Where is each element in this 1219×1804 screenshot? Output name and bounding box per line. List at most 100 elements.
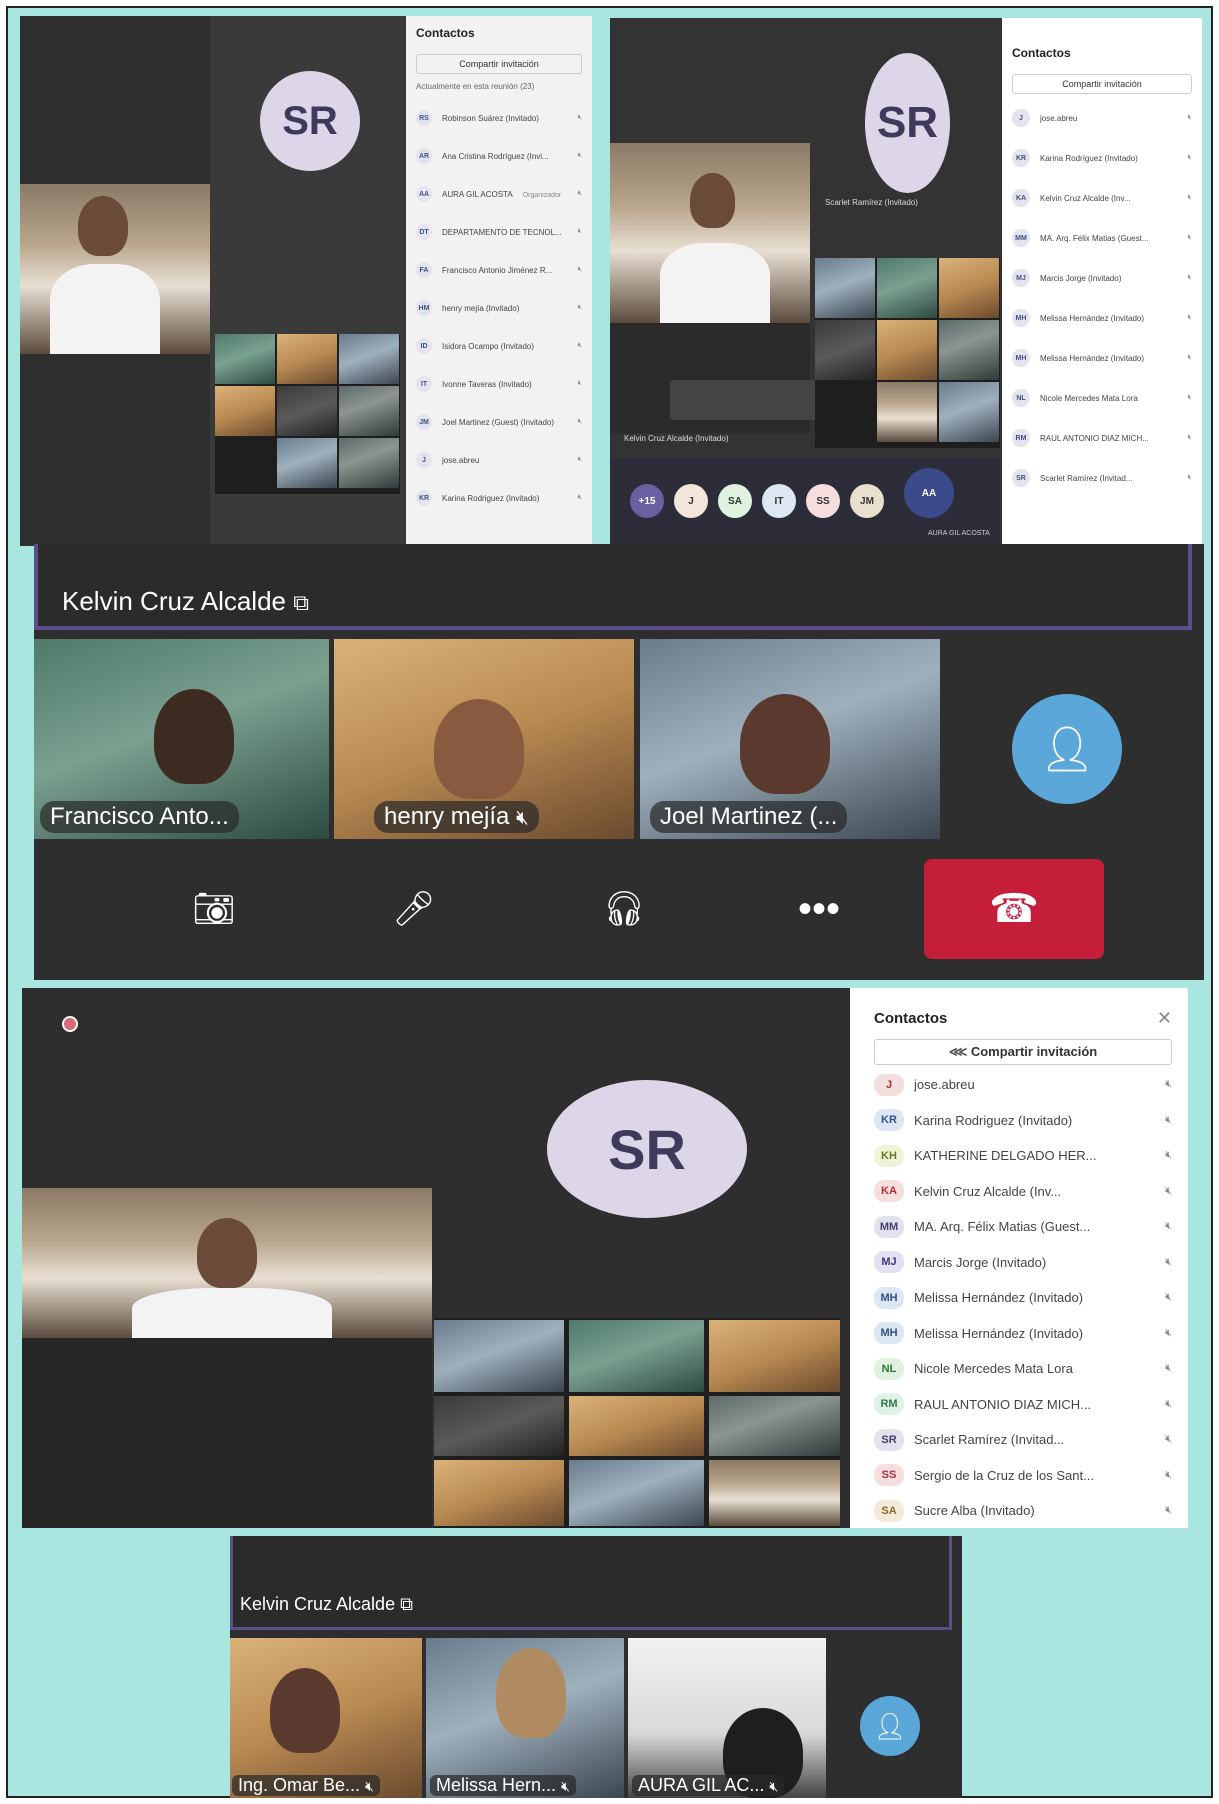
video-tile-host (20, 184, 210, 354)
participant-avatar[interactable]: IT (762, 484, 796, 518)
participant-avatar[interactable]: SS (806, 484, 840, 518)
contact-row[interactable]: KR Karina Rodriguez (Invitado) 🔇︎ (874, 1103, 1172, 1139)
contact-initials: MH (1012, 349, 1030, 367)
gallery-cell (339, 438, 399, 488)
self-avatar-icon[interactable]: 👤︎ (1012, 694, 1122, 804)
participant-name: AURA GIL AC... (638, 1775, 765, 1795)
gallery-cell (215, 386, 275, 436)
share-invitation-button[interactable]: Compartir invitación (1012, 74, 1192, 94)
contact-row[interactable]: SA Sucre Alba (Invitado) 🔇︎ (874, 1493, 1172, 1528)
contact-row[interactable]: AA AURA GIL ACOSTA Organizador 🔇︎ (416, 175, 582, 213)
camera-off-icon[interactable]: 📷︎ (174, 874, 254, 944)
gallery-cell (277, 386, 337, 436)
contact-row[interactable]: MH Melissa Hernández (Invitado) 🔇︎ (1012, 338, 1192, 378)
gallery-cell (815, 258, 875, 318)
mic-off-icon: 🔇︎ (1165, 1468, 1172, 1481)
contact-role: Organizador (522, 191, 562, 199)
contact-row[interactable]: IT Ivonne Taveras (Invitado) 🔇︎ (416, 365, 582, 403)
gallery-grid (215, 334, 400, 494)
avatar-sr: SR (260, 71, 360, 171)
contact-initials: KA (1012, 189, 1030, 207)
participant-avatar[interactable]: AA (904, 468, 954, 518)
contact-row[interactable]: KA Kelvin Cruz Alcalde (Inv... 🔇︎ (874, 1174, 1172, 1210)
mic-off-icon: 🔇︎ (1165, 1362, 1172, 1375)
contact-row[interactable]: MH Melissa Hernández (Invitado) 🔇︎ (874, 1316, 1172, 1352)
video-tile-aura: AURA GIL AC... 🔇︎ (628, 1638, 826, 1798)
contact-row[interactable]: SS Sergio de la Cruz de los Sant... 🔇︎ (874, 1458, 1172, 1494)
contact-row[interactable]: RM RAUL ANTONIO DIAZ MICH... 🔇︎ (874, 1387, 1172, 1423)
participant-name: henry mejía (384, 803, 510, 830)
mic-off-icon: 🔇︎ (1187, 274, 1192, 281)
participant-shirt (50, 264, 160, 354)
contact-row[interactable]: RS Robinson Suárez (Invitado) 🔇︎ (416, 99, 582, 137)
contact-row[interactable]: RM RAUL ANTONIO DIAZ MICH... 🔇︎ (1012, 418, 1192, 458)
contact-row[interactable]: SR Scarlet Ramírez (Invitad... 🔇︎ (874, 1422, 1172, 1458)
video-tile-omar: Ing. Omar Be... 🔇︎ (230, 1638, 422, 1798)
headset-icon[interactable]: 🎧︎ (584, 874, 664, 944)
participant-head (740, 694, 830, 794)
contact-row[interactable]: MJ Marcis Jorge (Invitado) 🔇︎ (874, 1245, 1172, 1281)
contact-row[interactable]: MH Melissa Hernández (Invitado) 🔇︎ (1012, 298, 1192, 338)
contact-row[interactable]: KH KATHERINE DELGADO HER... 🔇︎ (874, 1138, 1172, 1174)
contact-row[interactable]: ID Isidora Ocampo (Invitado) 🔇︎ (416, 327, 582, 365)
contact-initials: RM (1012, 429, 1030, 447)
participant-shirt (660, 243, 770, 323)
mic-off-icon: 🔇︎ (1165, 1326, 1172, 1339)
contacts-list: RS Robinson Suárez (Invitado) 🔇︎ AR Ana Cris… (416, 99, 582, 517)
contacts-title: Contactos (874, 1010, 948, 1027)
share-invitation-button[interactable]: ⋘ Compartir invitación (874, 1039, 1172, 1065)
participant-head (496, 1648, 566, 1738)
meeting-title-text: Kelvin Cruz Alcalde (62, 586, 286, 616)
contact-row[interactable]: Jjose.abreu 🔇︎ (416, 441, 582, 479)
gallery-cell (569, 1320, 704, 1392)
contact-name: Melissa Hernández (Invitado) (914, 1290, 1084, 1306)
contact-row[interactable]: JM Joel Martinez (Guest) (Invitado) 🔇︎ (416, 403, 582, 441)
contact-name: Francisco Antonio Jiménez R... (442, 265, 553, 275)
participant-avatar[interactable]: J (674, 484, 708, 518)
participant-avatar[interactable]: JM (850, 484, 884, 518)
contact-row[interactable]: NL Nicole Mercedes Mata Lora 🔇︎ (874, 1351, 1172, 1387)
contact-row[interactable]: AR Ana Cristina Rodríguez (Invi... 🔇︎ (416, 137, 582, 175)
contact-initials: KA (874, 1180, 904, 1203)
contact-row[interactable]: Jjose.abreu 🔇︎ (1012, 98, 1192, 138)
contact-initials: AR (416, 148, 432, 164)
more-options-icon[interactable]: ••• (774, 874, 864, 944)
contact-row[interactable]: MH Melissa Hernández (Invitado) 🔇︎ (874, 1280, 1172, 1316)
meeting-panel-1: SR Contactos Compartir invitación Actual… (20, 16, 592, 546)
mic-off-icon: 🔇︎ (1187, 154, 1192, 161)
participant-avatar[interactable]: SA (718, 484, 752, 518)
contact-name: jose.abreu (1040, 113, 1078, 123)
close-icon[interactable]: ✕ (1157, 1008, 1172, 1029)
contact-name: jose.abreu (442, 455, 480, 465)
contact-row[interactable]: SR Scarlet Ramírez (Invitad... 🔇︎ (1012, 458, 1192, 498)
contact-row[interactable]: KR Karina Rodriguez (Invitado) 🔇︎ (416, 479, 582, 517)
gallery-cell (939, 320, 999, 380)
contact-row[interactable]: DT DEPARTAMENTO DE TECNOL... 🔇︎ (416, 213, 582, 251)
contact-row[interactable]: Jjose.abreu 🔇︎ (874, 1067, 1172, 1103)
contact-name: Karina Rodríguez (Invitado) (1040, 153, 1138, 163)
participant-avatar[interactable]: +15 (630, 484, 664, 518)
contact-row[interactable]: FA Francisco Antonio Jiménez R... 🔇︎ (416, 251, 582, 289)
contact-initials: KR (1012, 149, 1030, 167)
self-avatar-icon[interactable]: 👤︎ (860, 1696, 920, 1756)
contact-name: DEPARTAMENTO DE TECNOL... (442, 227, 562, 237)
contact-row[interactable]: MM MA. Arq. Félix Matias (Guest... 🔇︎ (874, 1209, 1172, 1245)
mic-off-button[interactable]: 🎤︎ (374, 874, 454, 944)
contact-name: Sergio de la Cruz de los Sant... (914, 1467, 1094, 1483)
contact-row[interactable]: MM MA. Arq. Félix Matias (Guest... 🔇︎ (1012, 218, 1192, 258)
contact-row[interactable]: KA Kelvin Cruz Alcalde (Inv... 🔇︎ (1012, 178, 1192, 218)
contact-row[interactable]: MJ Marcis Jorge (Invitado) 🔇︎ (1012, 258, 1192, 298)
contact-initials: DT (416, 224, 432, 240)
mic-off-icon: 🔇︎ (1187, 394, 1192, 401)
hang-up-button[interactable]: ☎ (924, 859, 1104, 959)
participant-name: Ing. Omar Be... (238, 1775, 361, 1795)
share-invitation-button[interactable]: Compartir invitación (416, 54, 582, 74)
contact-initials: KR (874, 1109, 904, 1132)
contact-row[interactable]: KR Karina Rodríguez (Invitado) 🔇︎ (1012, 138, 1192, 178)
contacts-title: Contactos (416, 26, 475, 40)
contact-name: Scarlet Ramírez (Invitad... (1040, 473, 1133, 483)
contact-initials: NL (874, 1357, 904, 1380)
contact-row[interactable]: HM henry mejía (Invitado) 🔇︎ (416, 289, 582, 327)
contact-row[interactable]: NL Nicole Mercedes Mata Lora 🔇︎ (1012, 378, 1192, 418)
tile-label-scarlet: Scarlet Ramírez (Invitado) (825, 198, 918, 207)
